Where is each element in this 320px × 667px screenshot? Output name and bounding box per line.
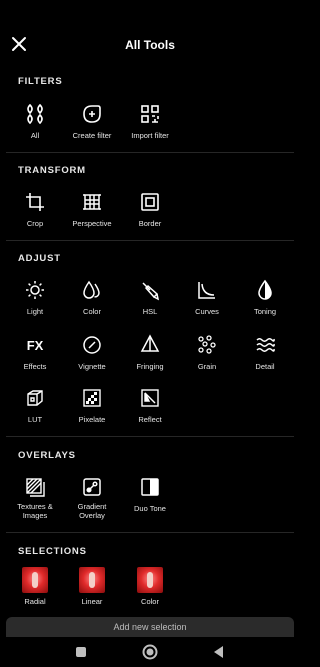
tool-pixelate[interactable]: Pixelate xyxy=(63,387,121,424)
waves-icon xyxy=(256,338,275,352)
tool-label: Color xyxy=(83,307,101,316)
tool-label: Duo Tone xyxy=(134,504,166,513)
tool-crop[interactable]: Crop xyxy=(6,191,64,228)
tool-detail[interactable]: Detail xyxy=(236,334,294,371)
tool-label: Radial xyxy=(24,597,46,606)
tool-label: Grain xyxy=(197,362,217,371)
droplets-icon xyxy=(83,280,100,299)
tool-border[interactable]: Border xyxy=(121,191,179,228)
reflect-icon xyxy=(141,389,159,407)
tool-lut[interactable]: LUT xyxy=(6,387,64,424)
qr-import-icon xyxy=(141,105,159,123)
section-title-selections: SELECTIONS xyxy=(18,546,87,557)
tool-label: Crop xyxy=(26,219,44,228)
brush-icon xyxy=(142,282,160,301)
tool-toning[interactable]: Toning xyxy=(236,279,294,316)
section-title-adjust: ADJUST xyxy=(18,253,61,264)
tool-color[interactable]: Color xyxy=(63,279,121,316)
tool-vignette[interactable]: Vignette xyxy=(63,334,121,371)
section-title-overlays: OVERLAYS xyxy=(18,450,76,461)
square-icon[interactable] xyxy=(71,642,91,662)
tool-label: Pixelate xyxy=(78,415,106,424)
tool-label: Effects xyxy=(23,362,47,371)
border-icon xyxy=(141,193,159,211)
tool-all[interactable]: All xyxy=(6,103,64,140)
back-triangle-icon[interactable] xyxy=(209,642,229,662)
tool-label: Fringing xyxy=(136,362,164,371)
header: All Tools xyxy=(0,0,300,62)
selection-color[interactable]: Color xyxy=(121,567,179,606)
grain-icon xyxy=(198,335,216,354)
grid-icon xyxy=(27,103,43,125)
fx-icon: FX xyxy=(27,338,44,353)
tool-grain[interactable]: Grain xyxy=(178,334,236,371)
tool-label: HSL xyxy=(142,307,158,316)
gradient-icon xyxy=(83,478,101,496)
tool-fringing[interactable]: Fringing xyxy=(121,334,179,371)
tool-label: Textures & Images xyxy=(17,502,53,520)
svg-text:FX: FX xyxy=(27,338,44,353)
tool-textures-images[interactable]: Textures & Images xyxy=(6,476,64,520)
tool-label: Color xyxy=(141,597,159,606)
tool-label: Linear xyxy=(81,597,103,606)
texture-icon xyxy=(26,478,45,497)
tool-light[interactable]: Light xyxy=(6,279,64,316)
tool-label: Detail xyxy=(255,362,275,371)
tool-curves[interactable]: Curves xyxy=(178,279,236,316)
tool-effects[interactable]: FX Effects xyxy=(6,334,64,371)
divider xyxy=(6,152,294,153)
tool-label: Border xyxy=(138,219,162,228)
divider xyxy=(6,532,294,533)
tool-import-filter[interactable]: Import filter xyxy=(121,103,179,140)
section-title-filters: FILTERS xyxy=(18,76,63,87)
vignette-icon xyxy=(83,336,101,354)
tool-label: Light xyxy=(26,307,44,316)
lut-icon xyxy=(27,390,43,406)
tool-label: Toning xyxy=(253,307,277,316)
color-thumb xyxy=(137,567,163,593)
tool-duo-tone[interactable]: Duo Tone xyxy=(121,476,179,513)
system-navbar xyxy=(0,637,300,667)
circle-icon[interactable] xyxy=(140,642,160,662)
pixelate-icon xyxy=(83,389,101,407)
tool-label: LUT xyxy=(27,415,43,424)
add-filter-icon xyxy=(83,105,101,123)
duotone-icon xyxy=(141,478,159,496)
page-title: All Tools xyxy=(125,38,175,52)
tool-label: Reflect xyxy=(138,415,162,424)
selection-linear[interactable]: Linear xyxy=(63,567,121,606)
tool-label: Vignette xyxy=(78,362,106,371)
tool-label: Curves xyxy=(195,307,219,316)
sun-icon xyxy=(26,281,44,299)
tool-perspective[interactable]: Perspective xyxy=(63,191,121,228)
section-title-transform: TRANSFORM xyxy=(18,165,86,176)
selection-radial[interactable]: Radial xyxy=(6,567,64,606)
tool-create-filter[interactable]: Create filter xyxy=(63,103,121,140)
curves-icon xyxy=(198,282,215,299)
tool-gradient-overlay[interactable]: Gradient Overlay xyxy=(63,476,121,520)
radial-thumb xyxy=(22,567,48,593)
drop-icon xyxy=(258,279,272,300)
tool-label: Perspective xyxy=(72,219,112,228)
tool-label: Create filter xyxy=(72,131,112,140)
prism-icon xyxy=(140,334,160,352)
crop-icon xyxy=(26,193,44,211)
tool-label: Gradient Overlay xyxy=(77,502,107,520)
tool-label: All xyxy=(30,131,40,140)
tool-hsl[interactable]: HSL xyxy=(121,279,179,316)
tool-label: Import filter xyxy=(131,131,169,140)
add-new-selection-button[interactable]: Add new selection xyxy=(6,617,294,637)
tool-reflect[interactable]: Reflect xyxy=(121,387,179,424)
divider xyxy=(6,240,294,241)
divider xyxy=(6,436,294,437)
perspective-icon xyxy=(83,194,101,210)
linear-thumb xyxy=(79,567,105,593)
